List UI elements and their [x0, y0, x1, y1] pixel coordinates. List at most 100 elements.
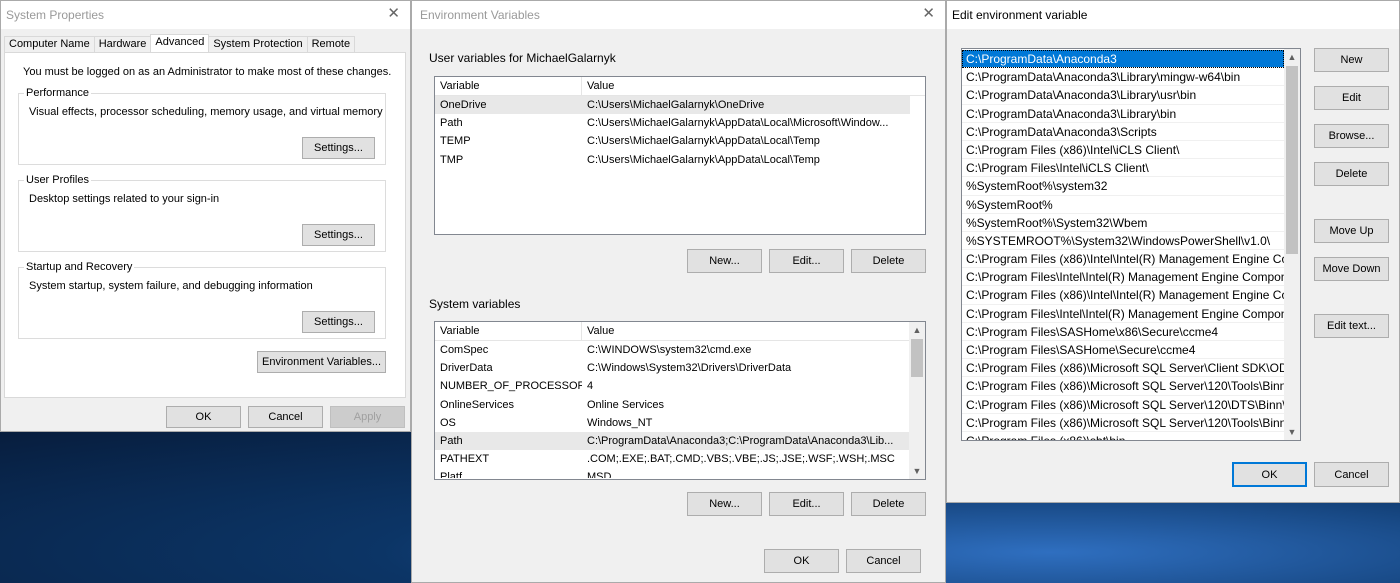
table-row[interactable]: PATHEXT .COM;.EXE;.BAT;.CMD;.VBS;.VBE;.JS… [435, 450, 925, 468]
table-row[interactable]: OnlineServices Online Services [435, 396, 925, 414]
column-value[interactable]: Value [582, 77, 912, 95]
startup-recovery-label: Startup and Recovery [24, 261, 135, 273]
close-icon[interactable]: ✕ [387, 6, 400, 22]
list-item[interactable]: C:\ProgramData\Anaconda3 [962, 50, 1284, 69]
list-item[interactable]: %SYSTEMROOT%\System32\WindowsPowerShell\… [962, 232, 1284, 251]
var-value: C:\Users\MichaelGalarnyk\OneDrive [587, 99, 765, 111]
var-value: Windows_NT [587, 416, 653, 429]
list-item[interactable]: C:\Program Files (x86)\Intel\Intel(R) Ma… [962, 286, 1284, 305]
list-item[interactable]: C:\Program Files\Intel\Intel(R) Manageme… [962, 268, 1284, 287]
table-row[interactable]: NUMBER_OF_PROCESSORS 4 [435, 377, 925, 395]
var-name: PATHEXT [440, 453, 490, 466]
path-edit-button[interactable]: Edit [1314, 86, 1389, 110]
path-cancel-button[interactable]: Cancel [1314, 462, 1389, 487]
env-ok-button[interactable]: OK [764, 549, 839, 573]
user-profiles-settings-button[interactable]: Settings... [302, 224, 375, 246]
list-item[interactable]: C:\Program Files (x86)\Intel\Intel(R) Ma… [962, 250, 1284, 269]
path-browse-button[interactable]: Browse... [1314, 124, 1389, 148]
list-item[interactable]: C:\Program Files (x86)\Intel\iCLS Client… [962, 141, 1284, 160]
var-value: 4 [587, 380, 594, 393]
column-value[interactable]: Value [582, 322, 912, 340]
sysprop-ok-button[interactable]: OK [166, 406, 241, 428]
list-item[interactable]: C:\Program Files\Intel\Intel(R) Manageme… [962, 305, 1284, 323]
startup-settings-button[interactable]: Settings... [302, 311, 375, 333]
list-item[interactable]: C:\Program Files (x86)\sbt\bin [962, 432, 1284, 440]
tab-computer-name[interactable]: Computer Name [4, 36, 95, 52]
admin-notice: You must be logged on as an Administrato… [23, 66, 392, 78]
list-item[interactable]: C:\Program Files\SASHome\x86\Secure\ccme… [962, 323, 1284, 341]
path-move-down-button[interactable]: Move Down [1314, 257, 1389, 281]
path-new-button[interactable]: New [1314, 48, 1389, 72]
chevron-up-icon[interactable]: ▲ [909, 322, 925, 338]
table-row[interactable]: OS Windows_NT [435, 414, 925, 432]
table-row[interactable]: OneDrive C:\Users\MichaelGalarnyk\OneDriv… [435, 96, 910, 115]
list-item[interactable]: C:\Program Files (x86)\Microsoft SQL Ser… [962, 414, 1284, 432]
path-edit-text-button[interactable]: Edit text... [1314, 314, 1389, 338]
table-row[interactable]: Path C:\Users\MichaelGalarnyk\AppData\Loc… [435, 114, 925, 132]
sysprop-cancel-button[interactable]: Cancel [248, 406, 323, 428]
user-edit-button[interactable]: Edit... [769, 249, 844, 273]
sysprop-apply-button[interactable]: Apply [330, 406, 405, 428]
tab-advanced[interactable]: Advanced [150, 34, 210, 52]
tab-hardware[interactable]: Hardware [93, 36, 152, 52]
list-item[interactable]: C:\ProgramData\Anaconda3\Library\bin [962, 105, 1284, 123]
system-properties-window: System Properties ✕ Computer Name Hardwa… [0, 0, 411, 432]
list-item[interactable]: C:\Program Files (x86)\Microsoft SQL Ser… [962, 396, 1284, 414]
user-new-button[interactable]: New... [687, 249, 762, 273]
list-item[interactable]: %SystemRoot% [962, 196, 1284, 214]
var-name: TEMP [440, 135, 471, 148]
list-item[interactable]: %SystemRoot%\system32 [962, 177, 1284, 196]
path-list-scrollbar[interactable]: ▲ ▼ [1284, 49, 1300, 440]
list-item[interactable]: C:\Program Files (x86)\Microsoft SQL Ser… [962, 377, 1284, 396]
list-item[interactable]: C:\ProgramData\Anaconda3\Library\usr\bin [962, 86, 1284, 105]
user-variables-list[interactable]: Variable Value OneDrive C:\Users\MichaelG… [434, 76, 926, 235]
user-delete-button[interactable]: Delete [851, 249, 926, 273]
edit-environment-variable-window: Edit environment variable C:\ProgramData… [946, 0, 1400, 503]
var-value: C:\Users\MichaelGalarnyk\AppData\Local\M… [587, 117, 889, 130]
close-icon[interactable]: ✕ [922, 6, 935, 22]
var-name: TMP [440, 153, 464, 166]
table-row[interactable]: ComSpec C:\WINDOWS\system32\cmd.exe [435, 341, 925, 359]
list-item[interactable]: C:\Program Files (x86)\Microsoft SQL Ser… [962, 359, 1284, 378]
table-row[interactable]: Path C:\ProgramData\Anaconda3;C:\ProgramD… [435, 431, 910, 451]
tab-remote[interactable]: Remote [306, 36, 356, 52]
column-variable[interactable]: Variable [435, 77, 582, 95]
system-variables-list[interactable]: Variable Value ComSpec C:\WINDOWS\system3… [434, 321, 926, 480]
performance-settings-button[interactable]: Settings... [302, 137, 375, 159]
table-row[interactable]: Platf MSD [435, 468, 925, 478]
advanced-tab-panel: You must be logged on as an Administrato… [4, 52, 406, 398]
path-list[interactable]: C:\ProgramData\Anaconda3 C:\ProgramData\A… [961, 48, 1301, 441]
table-row[interactable]: TEMP C:\Users\MichaelGalarnyk\AppData\Loc… [435, 132, 925, 150]
var-name: ComSpec [440, 344, 489, 356]
scroll-thumb[interactable] [1286, 66, 1298, 254]
list-item[interactable]: C:\Program Files\SASHome\Secure\ccme4 [962, 341, 1284, 360]
system-edit-button[interactable]: Edit... [769, 492, 844, 516]
chevron-up-icon[interactable]: ▲ [1284, 49, 1300, 65]
system-properties-titlebar: System Properties ✕ [1, 1, 410, 29]
table-row[interactable]: TMP C:\Users\MichaelGalarnyk\AppData\Loca… [435, 151, 925, 169]
list-item[interactable]: C:\ProgramData\Anaconda3\Scripts [962, 123, 1284, 141]
window-title: System Properties [6, 8, 105, 22]
chevron-down-icon[interactable]: ▼ [1284, 424, 1300, 440]
tab-system-protection[interactable]: System Protection [208, 36, 308, 52]
path-delete-button[interactable]: Delete [1314, 162, 1389, 186]
path-ok-button[interactable]: OK [1232, 462, 1307, 487]
column-variable[interactable]: Variable [435, 322, 582, 340]
var-name: OnlineServices [440, 398, 514, 411]
env-cancel-button[interactable]: Cancel [846, 549, 921, 573]
environment-variables-button[interactable]: Environment Variables... [257, 351, 386, 373]
table-row[interactable]: DriverData C:\Windows\System32\Drivers\Dr… [435, 359, 925, 377]
user-profiles-desc: Desktop settings related to your sign-in [29, 193, 220, 205]
list-item[interactable]: %SystemRoot%\System32\Wbem [962, 214, 1284, 232]
system-delete-button[interactable]: Delete [851, 492, 926, 516]
var-value: C:\Users\MichaelGalarnyk\AppData\Local\T… [587, 135, 820, 148]
list-item[interactable]: C:\ProgramData\Anaconda3\Library\mingw-w… [962, 68, 1284, 87]
scroll-thumb[interactable] [911, 339, 923, 377]
system-new-button[interactable]: New... [687, 492, 762, 516]
list-item[interactable]: C:\Program Files\Intel\iCLS Client\ [962, 159, 1284, 178]
system-vars-scrollbar[interactable]: ▲ ▼ [909, 322, 925, 479]
list-header: Variable Value [435, 77, 925, 96]
chevron-down-icon[interactable]: ▼ [909, 463, 925, 479]
var-name: Path [440, 117, 463, 130]
path-move-up-button[interactable]: Move Up [1314, 219, 1389, 243]
